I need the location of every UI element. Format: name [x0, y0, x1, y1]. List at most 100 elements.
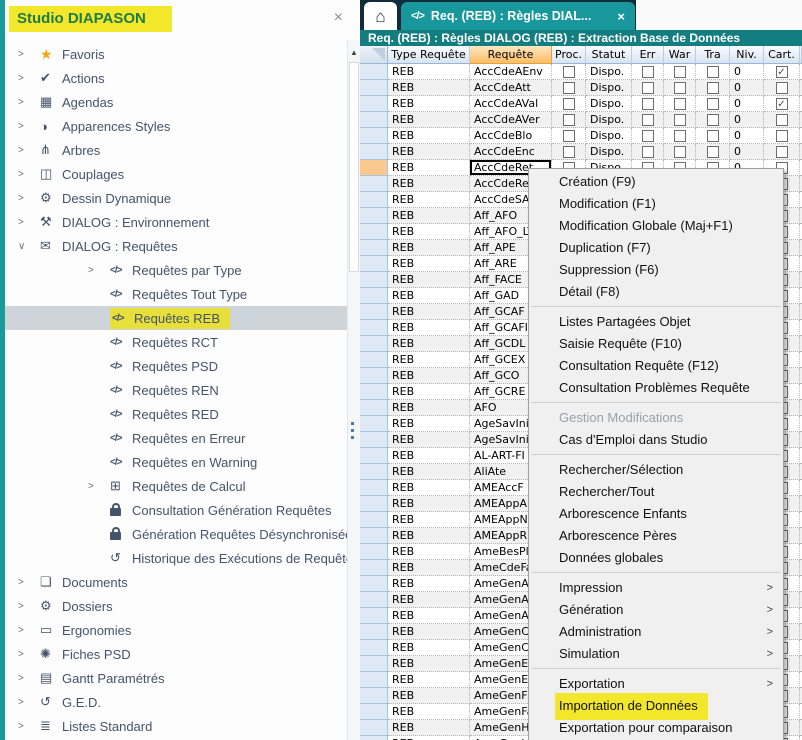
cell-type-requete[interactable]: REB	[388, 432, 470, 448]
sidebar-item-dessin-dynamique[interactable]: >⚙Dessin Dynamique	[5, 186, 347, 210]
cell-type-requete[interactable]: REB	[388, 480, 470, 496]
sidebar-item-dialog-environnement[interactable]: >⚒DIALOG : Environnement	[5, 210, 347, 234]
unchecked-checkbox[interactable]	[642, 98, 654, 110]
cell-niv[interactable]: 0	[730, 144, 764, 160]
cell-niv[interactable]: 0	[730, 80, 764, 96]
sidebar-item-g-e-d[interactable]: >↺G.E.D.	[5, 690, 347, 714]
select-all-corner[interactable]	[360, 46, 388, 64]
cell-requete[interactable]: AccCdeBlo	[470, 128, 552, 144]
cell-type-requete[interactable]: REB	[388, 464, 470, 480]
cell-type-requete[interactable]: REB	[388, 528, 470, 544]
sidebar-item-historique-des-executions-de-requetes[interactable]: ↺Historique des Exécutions de Requêtes	[5, 546, 347, 570]
menu-item-cas-d-emploi-dans-studio[interactable]: Cas d'Emploi dans Studio	[529, 429, 783, 451]
cell-proc-checkbox[interactable]	[552, 144, 586, 160]
cell-proc-checkbox[interactable]	[552, 112, 586, 128]
sidebar-item-apparences-styles[interactable]: >◑Apparences Styles	[5, 114, 347, 138]
cell-type-requete[interactable]: REB	[388, 256, 470, 272]
unchecked-checkbox[interactable]	[707, 98, 719, 110]
menu-item-listes-partagees-objet[interactable]: Listes Partagées Objet	[529, 311, 783, 333]
cell-tra-checkbox[interactable]	[696, 64, 730, 80]
chevron-right-icon[interactable]: >	[18, 193, 40, 204]
sidebar-item-requetes-ren[interactable]: </>Requêtes REN	[5, 378, 347, 402]
cell-proc-checkbox[interactable]	[552, 80, 586, 96]
row-selector[interactable]	[360, 256, 388, 272]
sidebar-item-gantt-parametres[interactable]: >▤Gantt Paramétrés	[5, 666, 347, 690]
column-header-cart[interactable]: Cart.	[764, 46, 800, 64]
cell-type-requete[interactable]: REB	[388, 336, 470, 352]
cell-type-requete[interactable]: REB	[388, 144, 470, 160]
cell-requete[interactable]: AccCdeAEnv	[470, 64, 552, 80]
cell-war-checkbox[interactable]	[664, 64, 696, 80]
chevron-right-icon[interactable]: >	[88, 481, 110, 492]
row-selector[interactable]	[360, 272, 388, 288]
cell-type-requete[interactable]: REB	[388, 64, 470, 80]
chevron-right-icon[interactable]: >	[18, 49, 40, 60]
unchecked-checkbox[interactable]	[707, 66, 719, 78]
sidebar-item-requetes-en-erreur[interactable]: </>Requêtes en Erreur	[5, 426, 347, 450]
row-selector[interactable]	[360, 304, 388, 320]
sidebar-item-consultation-generation-requetes[interactable]: Consultation Génération Requêtes	[5, 498, 347, 522]
menu-item-impression[interactable]: Impression>	[529, 577, 783, 599]
sidebar-item-generation-requetes-desynchronisee[interactable]: Génération Requêtes Désynchronisée	[5, 522, 347, 546]
row-selector[interactable]	[360, 608, 388, 624]
unchecked-checkbox[interactable]	[674, 98, 686, 110]
cell-type-requete[interactable]: REB	[388, 320, 470, 336]
cell-statut[interactable]: Dispo.	[586, 96, 632, 112]
row-selector[interactable]	[360, 656, 388, 672]
unchecked-checkbox[interactable]	[642, 82, 654, 94]
cell-niv[interactable]: 0	[730, 112, 764, 128]
cell-tra-checkbox[interactable]	[696, 96, 730, 112]
row-selector[interactable]	[360, 224, 388, 240]
cell-proc-checkbox[interactable]	[552, 96, 586, 112]
column-header-tra[interactable]: Tra	[696, 46, 730, 64]
row-selector[interactable]	[360, 672, 388, 688]
menu-item-arborescence-peres[interactable]: Arborescence Pères	[529, 525, 783, 547]
scrollbar-thumb[interactable]	[349, 62, 359, 272]
row-selector[interactable]	[360, 592, 388, 608]
row-selector[interactable]	[360, 704, 388, 720]
unchecked-checkbox[interactable]	[674, 130, 686, 142]
row-selector[interactable]	[360, 288, 388, 304]
cell-type-requete[interactable]: REB	[388, 96, 470, 112]
cell-type-requete[interactable]: REB	[388, 688, 470, 704]
column-header-requete[interactable]: Requête	[470, 46, 552, 64]
cell-err-checkbox[interactable]	[632, 128, 664, 144]
cell-statut[interactable]: Dispo.	[586, 64, 632, 80]
row-selector[interactable]	[360, 128, 388, 144]
row-selector[interactable]	[360, 416, 388, 432]
chevron-right-icon[interactable]: >	[18, 649, 40, 660]
sidebar-item-agendas[interactable]: >▦Agendas	[5, 90, 347, 114]
sidebar-item-dialog-requetes[interactable]: ∨✉DIALOG : Requêtes	[5, 234, 347, 258]
row-selector[interactable]	[360, 240, 388, 256]
chevron-right-icon[interactable]: >	[88, 265, 110, 276]
cell-niv[interactable]: 0	[730, 128, 764, 144]
cell-requete[interactable]: AccCdeAVer	[470, 112, 552, 128]
sidebar-item-requetes-rct[interactable]: </>Requêtes RCT	[5, 330, 347, 354]
unchecked-checkbox[interactable]	[674, 146, 686, 158]
column-header-war[interactable]: War	[664, 46, 696, 64]
sidebar-item-arbres[interactable]: >⋔Arbres	[5, 138, 347, 162]
sidebar-item-requetes-tout-type[interactable]: </>Requêtes Tout Type	[5, 282, 347, 306]
cell-niv[interactable]: 0	[730, 96, 764, 112]
unchecked-checkbox[interactable]	[642, 146, 654, 158]
checked-checkbox[interactable]: ✓	[776, 98, 788, 110]
sidebar-item-ergonomies[interactable]: >▭Ergonomies	[5, 618, 347, 642]
menu-item-importation-de-donnees[interactable]: Importation de Données	[529, 695, 783, 717]
cell-type-requete[interactable]: REB	[388, 208, 470, 224]
row-selector[interactable]	[360, 160, 388, 176]
cell-requete[interactable]: AccCdeAtt	[470, 80, 552, 96]
menu-item-saisie-requete-f10[interactable]: Saisie Requête (F10)	[529, 333, 783, 355]
unchecked-checkbox[interactable]	[776, 130, 788, 142]
row-selector[interactable]	[360, 176, 388, 192]
row-selector[interactable]	[360, 320, 388, 336]
row-selector[interactable]	[360, 208, 388, 224]
row-selector[interactable]	[360, 192, 388, 208]
cell-type-requete[interactable]: REB	[388, 304, 470, 320]
row-selector[interactable]	[360, 480, 388, 496]
row-selector[interactable]	[360, 512, 388, 528]
sidebar-item-favoris[interactable]: >★Favoris	[5, 42, 347, 66]
sidebar-item-requetes-de-calcul[interactable]: >⊞Requêtes de Calcul	[5, 474, 347, 498]
chevron-right-icon[interactable]: >	[18, 217, 40, 228]
unchecked-checkbox[interactable]	[707, 146, 719, 158]
chevron-right-icon[interactable]: >	[18, 169, 40, 180]
